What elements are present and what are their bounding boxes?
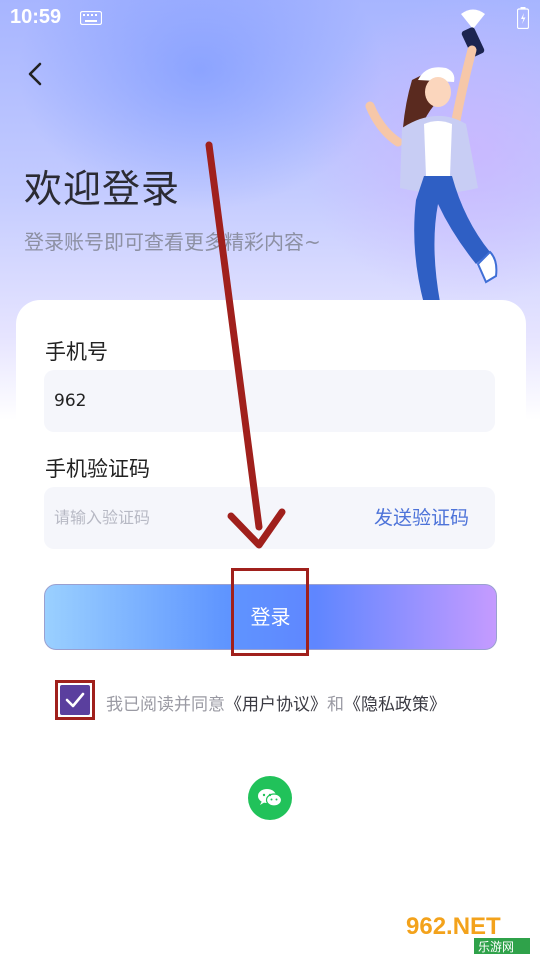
agreement-connector: 和 bbox=[327, 695, 344, 715]
code-input-placeholder: 请输入验证码 bbox=[54, 508, 151, 527]
code-label: 手机验证码 bbox=[45, 457, 150, 481]
wechat-login-button[interactable] bbox=[248, 776, 292, 820]
agreement-prefix: 我已阅读并同意 bbox=[106, 695, 225, 715]
code-input[interactable]: 请输入验证码 发送验证码 bbox=[44, 487, 495, 549]
watermark-logo: 962.NET 乐游网 bbox=[400, 908, 536, 956]
wechat-icon bbox=[258, 789, 283, 807]
checkbox-highlight-box bbox=[55, 680, 95, 720]
page-subtitle: 登录账号即可查看更多精彩内容~ bbox=[24, 230, 321, 254]
user-agreement-link[interactable]: 《用户协议》 bbox=[225, 695, 327, 715]
privacy-policy-link[interactable]: 《隐私政策》 bbox=[344, 695, 446, 715]
svg-text:962.NET: 962.NET bbox=[406, 913, 501, 940]
back-arrow-icon[interactable] bbox=[22, 60, 50, 88]
phone-label: 手机号 bbox=[45, 340, 108, 364]
status-time: 10:59 bbox=[10, 6, 62, 28]
send-code-button[interactable]: 发送验证码 bbox=[374, 487, 469, 549]
phone-input[interactable]: 962 bbox=[44, 370, 495, 432]
page-title: 欢迎登录 bbox=[24, 167, 181, 211]
keyboard-icon bbox=[80, 11, 102, 25]
agreement-text: 我已阅读并同意《用户协议》和《隐私政策》 bbox=[106, 690, 446, 715]
phone-input-value: 962 bbox=[54, 391, 87, 411]
login-highlight-box bbox=[231, 568, 309, 656]
girl-illustration bbox=[365, 27, 498, 322]
svg-text:乐游网: 乐游网 bbox=[478, 940, 514, 954]
